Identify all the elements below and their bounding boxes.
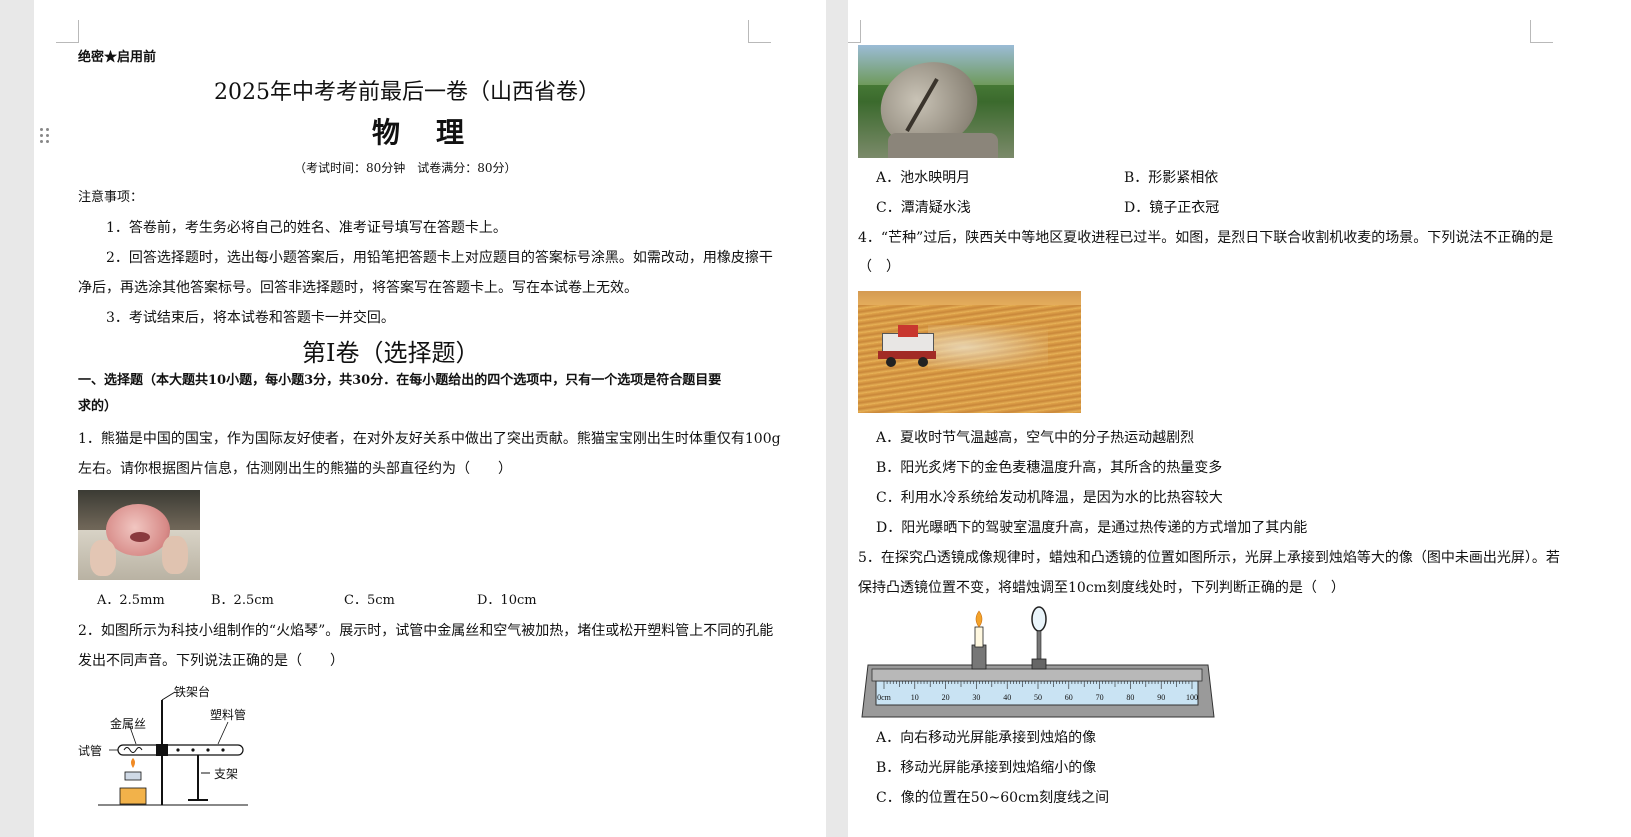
document-page-left: 绝密★启用前 2025年中考考前最后一卷（山西省卷） 物 理 （考试时间：80分… xyxy=(34,0,826,837)
section-heading: 一、选择题（本大题共10小题，每小题3分，共30分．在每小题给出的四个选项中，只… xyxy=(78,373,722,388)
notice-item: 3．考试结束后，将本试卷和答题卡一并交回。 xyxy=(106,310,395,326)
question-2-text: 2．如图所示为科技小组制作的“火焰琴”。展示时，试管中金属丝和空气被加热，堵住或… xyxy=(78,623,774,639)
section-heading-continued: 求的） xyxy=(78,399,118,414)
label-metal-wire: 金属丝 xyxy=(110,717,147,731)
page-corner-mark xyxy=(56,20,79,43)
question-5-option-a: A．向右移动光屏能承接到烛焰的像 xyxy=(876,730,1097,746)
label-test-tube: 试管 xyxy=(78,744,103,758)
ruler-tick-label: 10 xyxy=(911,693,919,702)
wheat-harvester-photo xyxy=(858,291,1081,413)
question-3-option-c: C．潭清疑水浅 xyxy=(876,200,971,216)
subject-title: 物 理 xyxy=(372,116,469,149)
flame-piano-diagram: 铁架台 金属丝 塑料管 试管 支架 xyxy=(78,680,268,810)
volume-title: 第Ⅰ卷（选择题） xyxy=(302,339,480,367)
question-1-option-c: C．5cm xyxy=(344,593,395,608)
ruler-tick-label: 60 xyxy=(1065,693,1073,702)
flame-piano-drawing xyxy=(98,691,248,806)
ruler-tick-label: 30 xyxy=(972,693,980,702)
ruler-tick-label: 70 xyxy=(1096,693,1104,702)
ruler-tick-label: 40 xyxy=(1003,693,1011,702)
question-5-option-b: B．移动光屏能承接到烛焰缩小的像 xyxy=(876,760,1097,776)
question-1-option-d: D．10cm xyxy=(477,593,537,608)
page-corner-mark xyxy=(1530,20,1553,43)
question-3-option-a: A．池水映明月 xyxy=(876,170,971,186)
label-iron-stand: 铁架台 xyxy=(174,685,211,699)
question-4-option-b: B．阳光炙烤下的金色麦穗温度升高，其所含的热量变多 xyxy=(876,460,1223,476)
question-5-option-c: C．像的位置在50~60cm刻度线之间 xyxy=(876,790,1110,806)
question-5-text: 5．在探究凸透镜成像规律时，蜡烛和凸透镜的位置如图所示，光屏上承接到烛焰等大的像… xyxy=(858,550,1560,566)
page-corner-mark xyxy=(748,20,771,43)
question-4-option-c: C．利用水冷系统给发动机降温，是因为水的比热容较大 xyxy=(876,490,1223,506)
exam-title: 2025年中考考前最后一卷（山西省卷） xyxy=(214,80,600,105)
notice-heading: 注意事项： xyxy=(78,190,144,205)
ruler-tick-label: 0cm xyxy=(877,693,892,702)
question-5-text-continued: 保持凸透镜位置不变，将蜡烛调至10cm刻度线处时，下列判断正确的是（ ） xyxy=(858,580,1345,596)
question-4-text-continued: （ ） xyxy=(858,259,900,275)
ruler-tick-label: 20 xyxy=(942,693,950,702)
question-1-text: 1．熊猫是中国的国宝，作为国际友好使者，在对外友好关系中做出了突出贡献。熊猫宝宝… xyxy=(78,431,781,447)
question-1-text-continued: 左右。请你根据图片信息，估测刚出生的熊猫的头部直径约为（ ） xyxy=(78,461,512,477)
question-3-option-b: B．形影紧相依 xyxy=(1124,170,1219,186)
table-move-handle-icon[interactable] xyxy=(40,128,50,144)
optical-bench-diagram: 0cm 10 20 30 40 50 60 70 80 90 100 xyxy=(858,605,1218,723)
question-1-option-b: B．2.5cm xyxy=(211,593,274,608)
question-4-option-d: D．阳光曝晒下的驾驶室温度升高，是通过热传递的方式增加了其内能 xyxy=(876,520,1308,536)
exam-info: （考试时间：80分钟 试卷满分：80分） xyxy=(294,161,517,175)
ruler-tick-label: 80 xyxy=(1126,693,1134,702)
notice-item: 2．回答选择题时，选出每小题答案后，用铅笔把答题卡上对应题目的答案标号涂黑。如需… xyxy=(106,250,773,266)
ruler-tick-label: 50 xyxy=(1034,693,1042,702)
sundial-photo xyxy=(858,45,1014,158)
question-1-option-a: A．2.5mm xyxy=(97,593,165,608)
label-plastic-tube: 塑料管 xyxy=(210,708,247,722)
notice-item-continued: 净后，再选涂其他答案标号。回答非选择题时，将答案写在答题卡上。写在本试卷上无效。 xyxy=(78,280,638,296)
notice-item: 1．答卷前，考生务必将自己的姓名、准考证号填写在答题卡上。 xyxy=(106,220,507,236)
page-corner-mark xyxy=(848,20,861,43)
question-4-text: 4．“芒种”过后，陕西关中等地区夏收进程已过半。如图，是烈日下联合收割机收麦的场… xyxy=(858,230,1554,246)
optical-bench-drawing: 0cm 10 20 30 40 50 60 70 80 90 100 xyxy=(861,606,1215,718)
question-2-text-continued: 发出不同声音。下列说法正确的是（ ） xyxy=(78,653,344,669)
document-page-right: A．池水映明月 B．形影紧相依 C．潭清疑水浅 D．镜子正衣冠 4．“芒种”过后… xyxy=(848,0,1631,837)
question-3-option-d: D．镜子正衣冠 xyxy=(1124,200,1220,216)
ruler-tick-label: 90 xyxy=(1157,693,1165,702)
question-4-option-a: A．夏收时节气温越高，空气中的分子热运动越剧烈 xyxy=(876,430,1195,446)
label-support: 支架 xyxy=(214,767,239,781)
ruler-tick-label: 100 xyxy=(1186,693,1198,702)
secret-label: 绝密★启用前 xyxy=(78,50,157,65)
panda-cub-photo xyxy=(78,490,200,580)
